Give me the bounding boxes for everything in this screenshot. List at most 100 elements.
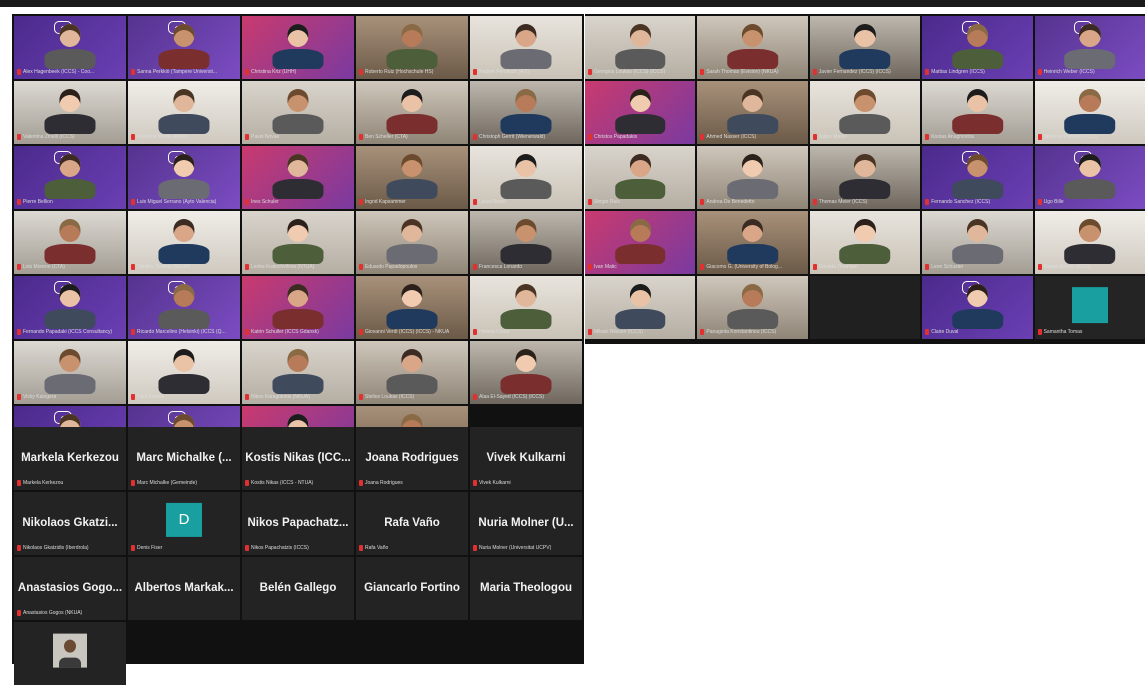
participant-video-tile[interactable]: Ivan Matic	[585, 211, 696, 274]
participant-name-tile[interactable]: Vivek Kulkarni Vivek Kulkarni	[470, 427, 582, 490]
participant-video-tile[interactable]: Nikos Karagiannis (NKUA)	[242, 341, 354, 404]
participant-video-tile[interactable]: ☁Ugo Bille	[1034, 146, 1145, 209]
participant-video-tile[interactable]: Ines Schuler	[242, 146, 354, 209]
participant-video-tile[interactable]: Georgios Loukas (ICCS) (ICCS)	[585, 16, 696, 79]
participant-video-tile[interactable]: Daniela Thomsen	[809, 211, 921, 274]
participant-figure	[1064, 152, 1116, 199]
participant-name-tile[interactable]	[14, 622, 126, 685]
participant-name-tile[interactable]: Nikos Papachatz... Nikos Papachatzis (ICC…	[242, 492, 354, 555]
participant-video-tile[interactable]: Vicky Kalogera	[14, 341, 126, 404]
participant-name-tile[interactable]: Anastasios Gogo... Anastasios Gogos (NKUA…	[14, 557, 126, 620]
muted-mic-icon	[17, 263, 21, 270]
participant-video-tile[interactable]: Ben Scheller (CTA)	[356, 81, 468, 144]
participant-name-tile[interactable]: Markela Kerkezou Markela Kerkezou	[14, 427, 126, 490]
participant-video-tile[interactable]: Sarah Thomas (Evision) (NKUA)	[697, 16, 808, 79]
participant-name-label: Valentina Zinelli (ICCS)	[17, 133, 123, 142]
participant-name-tile[interactable]: Giancarlo Fortino	[356, 557, 468, 620]
participant-figure	[727, 87, 778, 134]
participant-figure	[727, 217, 778, 264]
participant-video-tile[interactable]: ☁Alex Hagenbeek (ICCS) - Coo...	[14, 16, 126, 79]
participant-video-tile[interactable]: ☁Sanna Perkkiö (Tampere Universit...	[128, 16, 240, 79]
participant-video-tile[interactable]: Alaa El-Sayed (ICCS) (ICCS)	[470, 341, 582, 404]
participant-video-tile[interactable]: ☁Claire Duval	[922, 276, 1033, 339]
participant-video-tile[interactable]: Ingrid Kapsammer	[356, 146, 468, 209]
participant-name-tile[interactable]: Maria Theologou	[470, 557, 582, 620]
participant-name-label: Mikael Nilsson (ICCS)	[588, 328, 692, 337]
participant-video-tile[interactable]: Paul Kresse	[128, 341, 240, 404]
participant-video-tile[interactable]: Mikael Nilsson (ICCS)	[585, 276, 696, 339]
participant-name-tile[interactable]: Marc Michalke (... Marc Michalke (Gemeind…	[128, 427, 240, 490]
participant-video-tile[interactable]: Helena Costa	[470, 276, 582, 339]
participant-video-tile[interactable]: Stelios Loukas (ICCS)	[356, 341, 468, 404]
participant-figure	[44, 87, 96, 134]
participant-video-tile[interactable]: ☁Mattias Lindgren (ICCS)	[922, 16, 1033, 79]
muted-mic-icon	[700, 263, 705, 270]
participant-video-tile[interactable]: Julian Martin	[809, 81, 921, 144]
participant-video-tile[interactable]: Ahmed Nasser (ICCS)	[697, 81, 808, 144]
participant-name-tile[interactable]: Rafa Vaño Rafa Vaño	[356, 492, 468, 555]
participant-name-text: Marc Michalke (Gemeinde)	[137, 480, 198, 486]
muted-mic-icon	[131, 263, 135, 270]
participant-name-label: Markela Kerkezou	[17, 479, 123, 488]
participant-name-text: Ivan Matic	[594, 264, 617, 270]
participant-video-tile[interactable]: ☁Luis Miguel Serrano (Ayto Valencia)	[128, 146, 240, 209]
participant-video-tile[interactable]: Valentina Zinelli (ICCS)	[14, 81, 126, 144]
participant-video-tile[interactable]: ☁Ricardo Marcelino (Helsinki) (ICCS (Q..…	[128, 276, 240, 339]
muted-mic-icon	[700, 328, 705, 335]
participant-video-tile[interactable]: Roberto Ruiz (Hochschule HS)	[356, 16, 468, 79]
participant-name-label: Georgios Loukas (ICCS) (ICCS)	[588, 68, 692, 77]
participant-video-tile[interactable]: Panagiota Konstantinou (ICCS)	[697, 276, 808, 339]
participant-video-tile[interactable]: ☁Heinrich Weber (ICCS)	[1034, 16, 1145, 79]
participant-video-tile[interactable]: ☁Fernando Sanchez (ICCS)	[922, 146, 1033, 209]
participant-video-tile[interactable]: Eduardo Papadopoulos	[356, 211, 468, 274]
participant-video-tile[interactable]: Dimitris Tsakiris (NKUA)	[128, 211, 240, 274]
participant-video-tile[interactable]: Daniel Alonso (ICCS)	[1034, 211, 1145, 274]
participant-video-tile[interactable]: Stefania Mancini (ICCS)	[1034, 81, 1145, 144]
participant-name-tile[interactable]: Joana Rodrigues Joana Rodrigues	[356, 427, 468, 490]
left-video-grid: ☁Alex Hagenbeek (ICCS) - Coo...☁Sanna Pe…	[14, 16, 582, 469]
participant-name-tile[interactable]: Belén Gallego	[242, 557, 354, 620]
participant-video-tile[interactable]: Kostas Anagnostou	[922, 81, 1033, 144]
participant-video-tile[interactable]: Thomas Meier (ICCS)	[809, 146, 921, 209]
participant-name-tile[interactable]: Albertos Markak...	[128, 557, 240, 620]
participant-video-tile[interactable]: Andrea De Benedetto	[697, 146, 808, 209]
participant-video-tile[interactable]: Laura Rossi	[470, 146, 582, 209]
participant-video-tile[interactable]: Giacomo G. (University of Bolog...	[697, 211, 808, 274]
participant-figure	[500, 87, 552, 134]
participant-video-tile[interactable]: ☁Fernando Papadaki (ICCS Consultancy)	[14, 276, 126, 339]
participant-name-label: Pavel Novak	[245, 133, 351, 142]
participant-video-tile[interactable]: ☁Pierre Bellion	[14, 146, 126, 209]
participant-video-tile[interactable]	[809, 276, 921, 339]
participant-video-tile[interactable]: Nadine Pernitsch (AIT)	[470, 16, 582, 79]
participant-video-tile[interactable]: Giovanni Verdi (ICCS) (ICCS) - NKUA	[356, 276, 468, 339]
participant-name-label: Stelios Loukas (ICCS)	[359, 393, 465, 402]
participant-name-label: Kostis Nikas (ICCS - NTUA)	[245, 479, 351, 488]
participant-video-tile[interactable]: Lois Moreno (CTA)	[14, 211, 126, 274]
participant-video-tile[interactable]: Javier Fernandez (ICCS) (ICCS)	[809, 16, 921, 79]
participant-name-tile[interactable]: Nuria Molner (U... Nuria Molner (Universi…	[470, 492, 582, 555]
participant-name-label: Fernando Sanchez (ICCS)	[925, 198, 1029, 207]
participant-name-label: Dimitris Tsakiris (NKUA)	[131, 263, 237, 272]
participant-name-tile[interactable]: D Denis Fiser	[128, 492, 240, 555]
participant-video-tile[interactable]: Federica Marini (Etifor)	[128, 81, 240, 144]
participant-video-tile[interactable]: Pavel Novak	[242, 81, 354, 144]
muted-mic-icon	[588, 263, 592, 270]
participant-video-tile[interactable]: Lenka Kratochvilova (NTUA)	[242, 211, 354, 274]
participant-video-tile[interactable]: Katrin Schuller (ICCS Gdansk)	[242, 276, 354, 339]
participant-video-tile[interactable]: Francesca Lonardo	[470, 211, 582, 274]
participant-name-tile[interactable]: Kostis Nikas (ICC... Kostis Nikas (ICCS -…	[242, 427, 354, 490]
participant-video-tile[interactable]: Sergio Ruiz	[585, 146, 696, 209]
participant-figure	[44, 347, 96, 394]
participant-name-tile[interactable]: Nikolaos Gkatzi... Nikolaos Gkatzidis (Ib…	[14, 492, 126, 555]
participant-video-tile[interactable]: Leon Schuster	[922, 211, 1033, 274]
participant-figure	[952, 217, 1003, 264]
participant-name-label: Nikolaos Gkatzidis (Iberdrola)	[17, 544, 123, 553]
participant-video-tile[interactable]: Christina Kriz (UHH)	[242, 16, 354, 79]
participant-figure	[158, 22, 210, 69]
participant-name-label: Sarah Thomas (Evision) (NKUA)	[700, 68, 804, 77]
participant-name-label: Eduardo Papadopoulos	[359, 263, 465, 272]
participant-name-text: Federica Marini (Etifor)	[137, 134, 188, 140]
participant-video-tile[interactable]: Christoph Gerrit (Wienerwald)	[470, 81, 582, 144]
participant-video-tile[interactable]: Samantha Tomas	[1034, 276, 1145, 339]
participant-video-tile[interactable]: Christos Papadakis	[585, 81, 696, 144]
